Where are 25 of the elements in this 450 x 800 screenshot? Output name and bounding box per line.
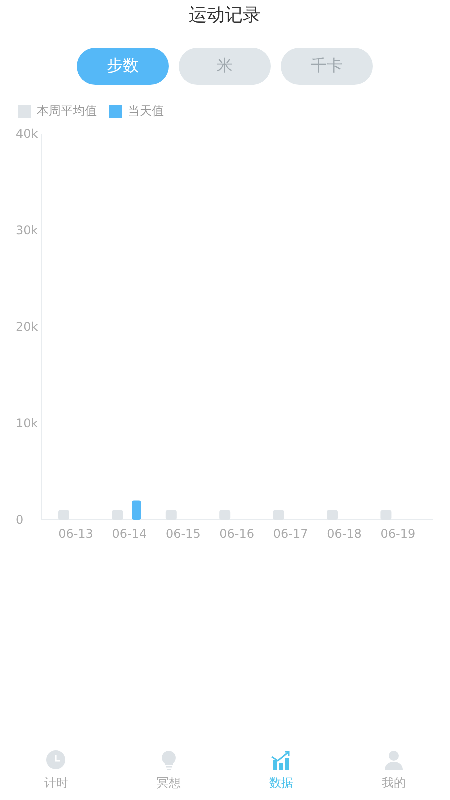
axis-tick-label: 06-19 — [380, 527, 416, 541]
axis-tick-label: 20k — [16, 320, 38, 334]
axis-tick-label: 06-18 — [327, 527, 362, 541]
axis-tick-label: 06-16 — [220, 527, 255, 541]
axis-tick-label: 10k — [16, 416, 38, 430]
metric-tab[interactable]: 步数 — [77, 48, 169, 85]
metric-tab[interactable]: 千卡 — [281, 48, 373, 85]
page-title: 运动记录 — [188, 4, 262, 28]
axis-tick-label: 30k — [16, 224, 38, 238]
nav-tab[interactable]: 数据 — [225, 746, 338, 796]
axis-tick-label: 06-15 — [166, 527, 201, 541]
clock-icon — [46, 750, 66, 771]
metric-tab[interactable]: 米 — [179, 48, 271, 85]
person-icon — [384, 750, 404, 771]
legend-label: 当天值 — [128, 103, 164, 120]
axis-tick-label: 0 — [16, 513, 24, 527]
nav-tab[interactable]: 我的 — [338, 746, 450, 796]
nav-tab[interactable]: 计时 — [0, 746, 112, 796]
axis-tick-label: 06-13 — [58, 527, 94, 541]
axis-tick-label: 40k — [16, 128, 38, 141]
axis-tick-label: 06-17 — [273, 527, 308, 541]
axis-tick-label: 06-14 — [112, 527, 148, 541]
chart-icon — [271, 750, 292, 771]
nav-tab[interactable]: 冥想 — [112, 746, 225, 796]
legend-label: 本周平均值 — [37, 103, 97, 120]
